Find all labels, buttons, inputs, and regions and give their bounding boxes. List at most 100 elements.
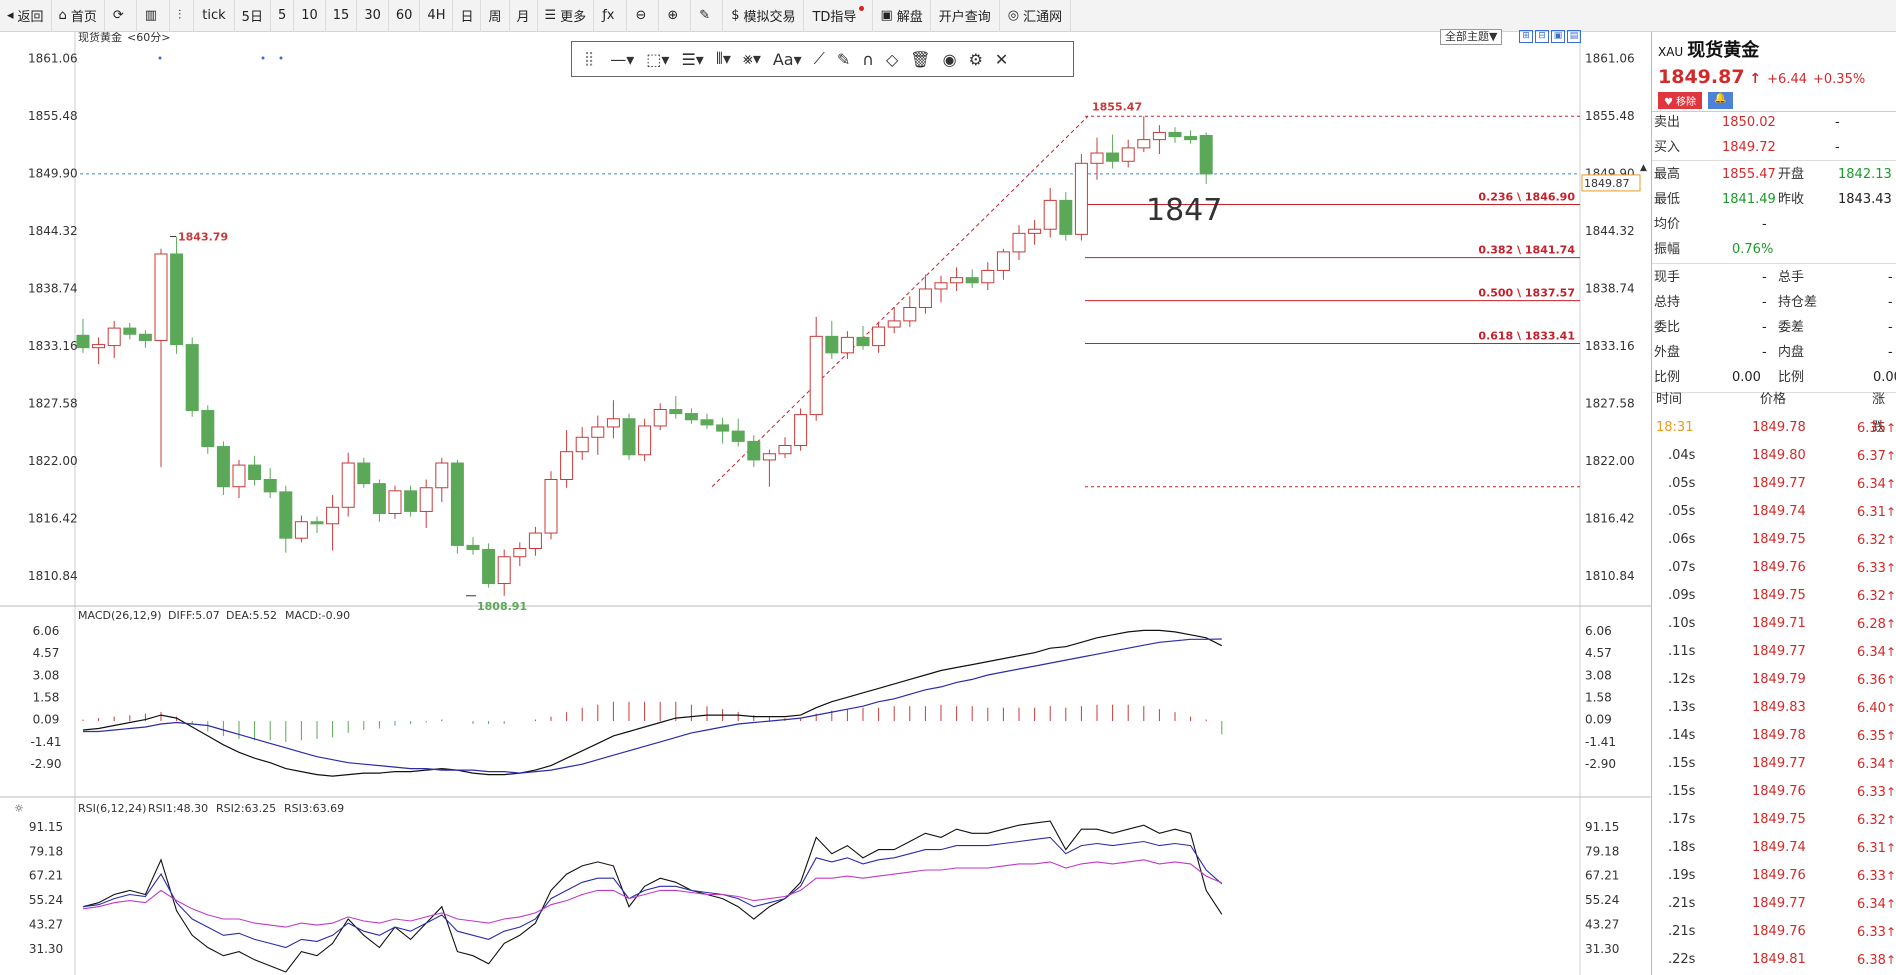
toolbar-item-13[interactable]: 日 [453,0,482,32]
channel-tool-icon[interactable]: ☰▾ [681,50,703,69]
up-arrow-icon: ↑ [1885,785,1896,799]
toolbar-item-2[interactable]: ⟳ [105,0,137,32]
candle-body [154,253,168,341]
pattern-tool-icon[interactable]: ⨳▾ [743,49,761,69]
ruler-icon[interactable]: ⟋ [814,49,825,69]
rsi-axis-left-label: 67.21 [29,869,63,883]
rect-tool-icon[interactable]: ⬚▾ [646,50,669,69]
candle-body [435,462,449,489]
tick-header-price: 价格 [1760,392,1787,407]
eye-icon[interactable]: ◉ [943,50,957,69]
eraser-icon[interactable]: ◇ [886,50,898,69]
tick-price: 1849.80 [1752,448,1806,463]
toolbar-icon: ☰ [544,8,557,23]
price-axis-right-label: 1861.06 [1585,52,1635,66]
tick-row: .07s 1849.76 6.33↑ [1652,554,1896,582]
remove-watch-button[interactable]: ♥ 移除 [1658,92,1703,109]
layout-split-icon[interactable]: ⊟ [1535,30,1549,43]
open-label: 开盘 [1778,167,1805,182]
price-axis-right-label: 1810.84 [1585,569,1635,583]
toolbar-item-23[interactable]: ▣ 解盘 [873,0,931,32]
candle-body [794,414,808,447]
settings-gear-icon[interactable]: ⚙ [969,50,983,69]
toolbar-item-11[interactable]: 60 [389,0,421,32]
toolbar-item-22[interactable]: TD指导 [804,0,874,32]
close-icon[interactable]: ✕ [995,50,1008,69]
toolbar-item-10[interactable]: 30 [357,0,389,32]
line-tool-icon[interactable]: —▾ [610,50,634,69]
macd-axis-left-label: 1.58 [33,691,60,705]
toolbar-item-17[interactable]: ƒx [594,0,628,32]
pen-icon[interactable]: ✎ [837,50,850,69]
toolbar-item-1[interactable]: ⌂ 首页 [52,0,105,32]
inner-label: 内盘 [1778,345,1805,360]
candle-body [606,418,620,428]
tick-time: .12s [1668,672,1696,687]
high-price-label: 1843.79 [178,231,228,244]
toolbar-item-3[interactable]: ▥ [137,0,171,32]
tick-time: .19s [1668,868,1696,883]
prev-value: 1843.43 [1838,192,1892,207]
tick-change-value: 6.38 [1857,953,1886,968]
toolbar-label: 周 [488,10,502,25]
tick-row: .18s 1849.74 6.31↑ [1652,834,1896,862]
drag-handle-icon[interactable]: ⣿ [584,51,594,67]
rsi2-label: RSI2:63.25 [216,802,276,815]
macd-axis-right-label: 3.08 [1585,668,1612,682]
toolbar-item-0[interactable]: ◂ 返回 [0,0,52,32]
tick-price: 1849.76 [1752,784,1806,799]
toolbar-item-4[interactable]: ⫶ [170,0,195,32]
toolbar-label: 30 [364,8,381,23]
toolbar-item-20[interactable]: ✎ [691,0,724,32]
event-marker-dot [279,56,283,60]
candle-body [107,327,121,347]
layout-full-icon[interactable]: ▤ [1567,30,1581,43]
toolbar-item-8[interactable]: 10 [294,0,326,32]
toolbar-item-18[interactable]: ⊖ [627,0,660,32]
toolbar-item-9[interactable]: 15 [326,0,358,32]
toolbar-label: 汇通网 [1023,10,1063,25]
candle-body [950,277,964,284]
trash-icon[interactable]: 🗑 [910,50,930,69]
toolbar-item-5[interactable]: tick [194,0,235,32]
high-value: 1855.47 [1722,167,1776,182]
toolbar-item-21[interactable]: $ 模拟交易 [723,0,805,32]
layout-grid-icon[interactable]: ⊞ [1519,30,1533,43]
toolbar-item-14[interactable]: 周 [481,0,510,32]
toolbar-item-24[interactable]: 开户查询 [931,0,1000,32]
text-tool-icon[interactable]: Aa▾ [773,50,802,69]
candle-body [201,409,215,448]
user-text-annotation: 1847 [1146,193,1222,228]
candle-body [575,436,589,453]
alert-bell-icon[interactable]: 🔔 [1708,92,1733,109]
grid-tool-icon[interactable]: ⦀▾ [716,49,731,69]
candle-body [138,333,152,341]
toolbar-item-6[interactable]: 5日 [235,0,271,32]
toolbar-label: 60 [395,8,413,23]
toolbar-item-15[interactable]: 月 [510,0,538,32]
theme-selector[interactable]: 全部主题▼ [1440,29,1503,45]
up-arrow-icon: ↑ [1744,71,1762,87]
toolbar-item-12[interactable]: 4H [420,0,454,32]
macd-axis-left-label: -1.41 [30,735,61,749]
toolbar-item-7[interactable]: 5 [271,0,295,32]
layout-single-icon[interactable]: ▣ [1551,30,1565,43]
toolbar-item-16[interactable]: ☰ 更多 [538,0,595,32]
tick-row: .05s 1849.74 6.31↑ [1652,498,1896,526]
toolbar-label: tick [202,8,226,23]
rsi-axis-right-label: 67.21 [1585,869,1619,883]
macd-dea-line [83,638,1222,774]
candle-body [716,424,730,432]
price-axis-left-label: 1822.00 [28,454,78,468]
candle-body [279,491,293,539]
rsi-axis-right-label: 43.27 [1585,918,1619,932]
quote-actions: ♥ 移除 🔔 [1658,92,1890,109]
chart-area[interactable]: 1861.06 1861.06 1855.48 1855.48 1849.90 1849.… [0,32,1651,975]
up-arrow-icon: ↑ [1885,477,1896,491]
candle-body [419,487,433,512]
toolbar-item-19[interactable]: ⊕ [659,0,692,32]
magnet-icon[interactable]: ∩ [862,50,874,69]
tick-row: .19s 1849.76 6.33↑ [1652,862,1896,890]
trend-line [711,115,1089,488]
toolbar-item-25[interactable]: ◎ 汇通网 [1000,0,1072,32]
